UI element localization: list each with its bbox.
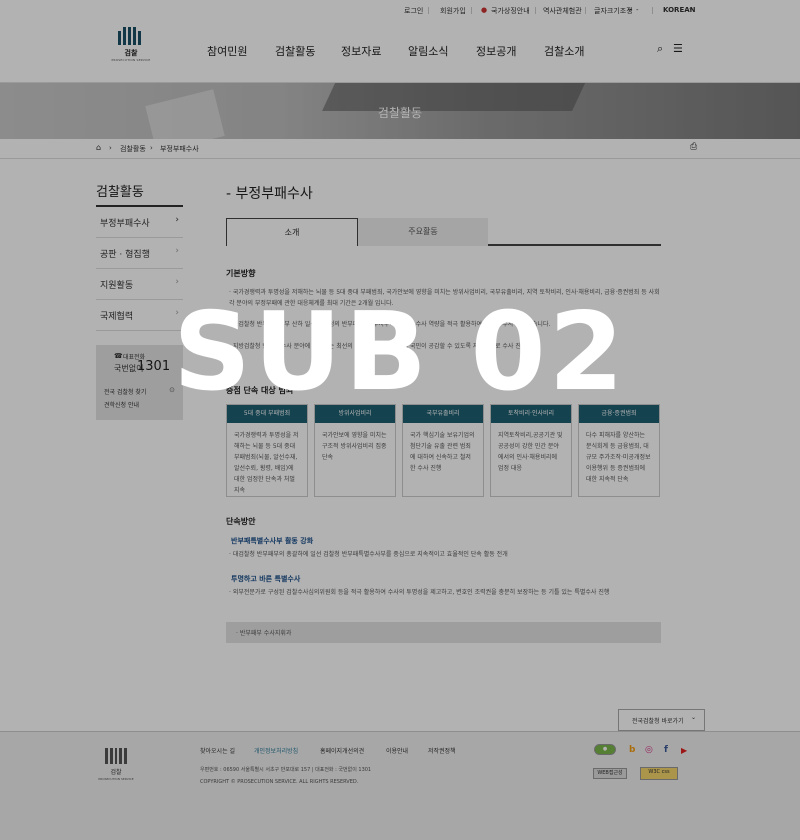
dim-overlay bbox=[0, 0, 800, 840]
sub-page-watermark: SUB 02 bbox=[173, 290, 627, 415]
